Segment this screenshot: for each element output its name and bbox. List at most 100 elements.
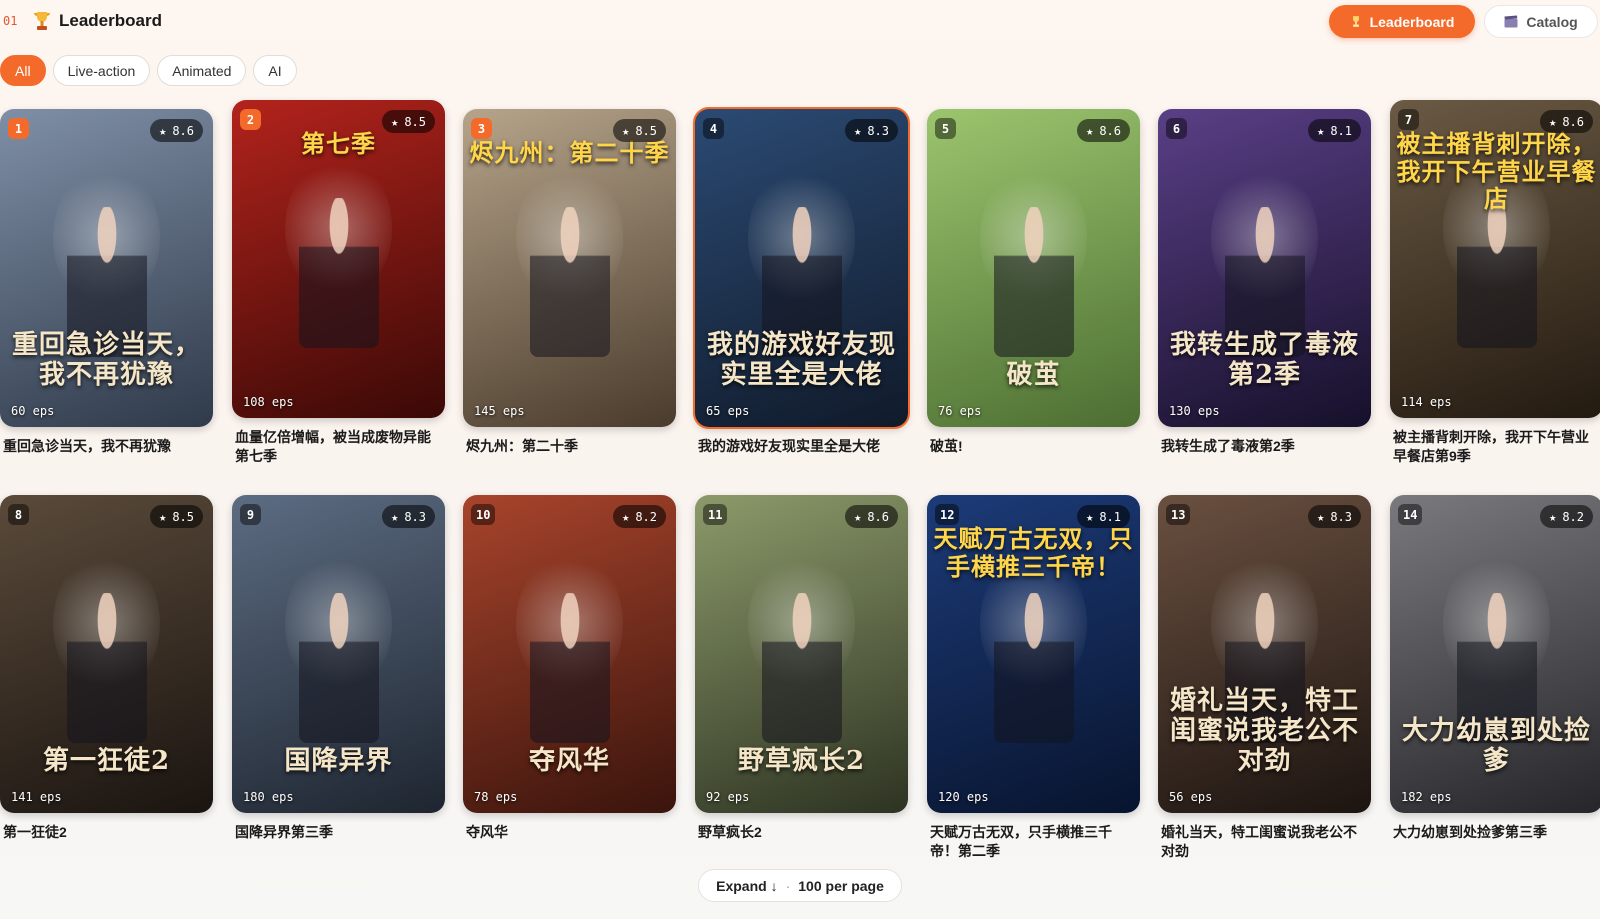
episode-count: 145 eps	[474, 404, 525, 418]
rating-badge: ★ 8.6	[150, 119, 203, 142]
poster-title-art: 我转生成了毒液第2季	[1169, 330, 1359, 391]
filter-ai[interactable]: AI	[253, 55, 297, 86]
rating-value: 8.6	[172, 123, 194, 138]
drama-card[interactable]: 被主播背刺开除，我开下午营业早餐店 7 ★ 8.6 114 eps 被主播背刺开除，我开下…	[1390, 100, 1600, 466]
drama-title[interactable]: 被主播背刺开除，我开下午营业早餐店第9季	[1390, 428, 1600, 466]
drama-card[interactable]: 夺风华 10 ★ 8.2 78 eps 夺风华	[463, 495, 676, 842]
drama-card[interactable]: 国降异界 9 ★ 8.3 180 eps 国降异界第三季	[232, 495, 445, 842]
poster-image[interactable]: 婚礼当天，特工闺蜜说我老公不对劲 13 ★ 8.3 56 eps	[1158, 495, 1371, 813]
poster-figure	[1456, 198, 1537, 348]
poster-image[interactable]: 第一狂徒2 8 ★ 8.5 141 eps	[0, 495, 213, 813]
rank-badge: 4	[703, 118, 724, 139]
drama-title[interactable]: 重回急诊当天，我不再犹豫	[0, 437, 213, 456]
poster-figure	[66, 593, 147, 743]
poster-title-art: 被主播背刺开除，我开下午营业早餐店	[1396, 129, 1597, 214]
rank-badge: 11	[703, 504, 728, 525]
poster-title-art: 重回急诊当天，我不再犹豫	[11, 330, 201, 391]
poster-figure	[529, 593, 610, 743]
episode-count: 56 eps	[1169, 790, 1213, 804]
rating-badge: ★ 8.1	[1308, 119, 1361, 142]
star-icon: ★	[1549, 114, 1557, 129]
filter-animated[interactable]: Animated	[157, 55, 247, 86]
rating-badge: ★ 8.2	[1540, 505, 1593, 528]
episode-count: 108 eps	[243, 395, 294, 409]
drama-card[interactable]: 第七季 2 ★ 8.5 108 eps 血量亿倍增幅，被当成废物异能第七季	[232, 100, 445, 466]
trophy-icon	[34, 12, 50, 30]
star-icon: ★	[391, 114, 399, 129]
episode-count: 182 eps	[1401, 790, 1452, 804]
star-icon: ★	[1086, 123, 1094, 138]
poster-image[interactable]: 野草疯长2 11 ★ 8.6 92 eps	[695, 495, 908, 813]
poster-figure	[761, 593, 842, 743]
drama-card[interactable]: 第一狂徒2 8 ★ 8.5 141 eps 第一狂徒2	[0, 495, 213, 842]
drama-title[interactable]: 第一狂徒2	[0, 823, 213, 842]
star-icon: ★	[1086, 509, 1094, 524]
poster-image[interactable]: 国降异界 9 ★ 8.3 180 eps	[232, 495, 445, 813]
rank-code: 01	[3, 14, 18, 28]
drama-title[interactable]: 大力幼崽到处捡爹第三季	[1390, 823, 1600, 842]
filter-live-action[interactable]: Live-action	[52, 55, 151, 86]
drama-title[interactable]: 夺风华	[463, 823, 676, 842]
rating-badge: ★ 8.6	[1077, 119, 1130, 142]
drama-title[interactable]: 我的游戏好友现实里全是大佬	[695, 437, 908, 456]
poster-title-art: 我的游戏好友现实里全是大佬	[706, 330, 896, 391]
drama-card[interactable]: 我的游戏好友现实里全是大佬 4 ★ 8.3 65 eps 我的游戏好友现实里全是大佬	[693, 107, 910, 456]
episode-count: 180 eps	[243, 790, 294, 804]
episode-count: 114 eps	[1401, 395, 1452, 409]
poster-figure	[993, 207, 1074, 357]
drama-card[interactable]: 天赋万古无双，只手横推三千帝！ 12 ★ 8.1 120 eps 天赋万古无双，只手横推三…	[927, 495, 1140, 861]
rating-badge: ★ 8.5	[150, 505, 203, 528]
episode-count: 60 eps	[11, 404, 55, 418]
drama-card[interactable]: 野草疯长2 11 ★ 8.6 92 eps 野草疯长2	[695, 495, 908, 842]
top-bar: 01 Leaderboard Leaderboard Catalog	[0, 0, 1600, 44]
drama-title[interactable]: 国降异界第三季	[232, 823, 445, 842]
drama-card[interactable]: 破茧 5 ★ 8.6 76 eps 破茧!	[927, 109, 1140, 456]
drama-title[interactable]: 我转生成了毒液第2季	[1158, 437, 1371, 456]
catalog-nav-button[interactable]: Catalog	[1484, 5, 1598, 38]
poster-image[interactable]: 重回急诊当天，我不再犹豫 1 ★ 8.6 60 eps	[0, 109, 213, 427]
drama-card[interactable]: 烬九州：第二十季 3 ★ 8.5 145 eps 烬九州：第二十季	[463, 109, 676, 456]
rating-badge: ★ 8.5	[613, 119, 666, 142]
poster-image[interactable]: 我转生成了毒液第2季 6 ★ 8.1 130 eps	[1158, 109, 1371, 427]
expand-button[interactable]: Expand ↓ · 100 per page	[698, 869, 902, 902]
expand-label: Expand ↓	[716, 877, 778, 894]
rating-value: 8.3	[404, 509, 426, 524]
poster-image[interactable]: 夺风华 10 ★ 8.2 78 eps	[463, 495, 676, 813]
rating-value: 8.5	[635, 123, 657, 138]
poster-image[interactable]: 烬九州：第二十季 3 ★ 8.5 145 eps	[463, 109, 676, 427]
episode-count: 130 eps	[1169, 404, 1220, 418]
rating-badge: ★ 8.3	[845, 119, 898, 142]
star-icon: ★	[1317, 123, 1325, 138]
episode-count: 78 eps	[474, 790, 518, 804]
drama-card[interactable]: 大力幼崽到处捡爹 14 ★ 8.2 182 eps 大力幼崽到处捡爹第三季	[1390, 495, 1600, 842]
drama-title[interactable]: 破茧!	[927, 437, 1140, 456]
clapper-icon	[1504, 15, 1518, 28]
rank-badge: 3	[471, 118, 492, 139]
per-page-label: 100 per page	[798, 877, 884, 894]
poster-image[interactable]: 第七季 2 ★ 8.5 108 eps	[232, 100, 445, 418]
poster-image[interactable]: 被主播背刺开除，我开下午营业早餐店 7 ★ 8.6 114 eps	[1390, 100, 1600, 418]
rating-badge: ★ 8.3	[1308, 505, 1361, 528]
drama-title[interactable]: 野草疯长2	[695, 823, 908, 842]
filter-all[interactable]: All	[0, 55, 46, 86]
leaderboard-nav-label: Leaderboard	[1369, 13, 1455, 30]
drama-card[interactable]: 重回急诊当天，我不再犹豫 1 ★ 8.6 60 eps 重回急诊当天，我不再犹豫	[0, 109, 213, 456]
separator-dot: ·	[785, 877, 791, 894]
rating-badge: ★ 8.6	[1540, 110, 1593, 133]
episode-count: 65 eps	[706, 404, 750, 418]
star-icon: ★	[1549, 509, 1557, 524]
leaderboard-nav-button[interactable]: Leaderboard	[1329, 5, 1475, 38]
rating-value: 8.6	[1562, 114, 1584, 129]
poster-image[interactable]: 大力幼崽到处捡爹 14 ★ 8.2 182 eps	[1390, 495, 1600, 813]
drama-card[interactable]: 我转生成了毒液第2季 6 ★ 8.1 130 eps 我转生成了毒液第2季	[1158, 109, 1371, 456]
star-icon: ★	[622, 509, 630, 524]
rank-badge: 2	[240, 109, 261, 130]
poster-image[interactable]: 破茧 5 ★ 8.6 76 eps	[927, 109, 1140, 427]
drama-title[interactable]: 血量亿倍增幅，被当成废物异能第七季	[232, 428, 445, 466]
drama-title[interactable]: 烬九州：第二十季	[463, 437, 676, 456]
poster-image[interactable]: 我的游戏好友现实里全是大佬 4 ★ 8.3 65 eps	[693, 107, 910, 429]
drama-title[interactable]: 天赋万古无双，只手横推三千帝！第二季	[927, 823, 1140, 861]
poster-image[interactable]: 天赋万古无双，只手横推三千帝！ 12 ★ 8.1 120 eps	[927, 495, 1140, 813]
drama-card[interactable]: 婚礼当天，特工闺蜜说我老公不对劲 13 ★ 8.3 56 eps 婚礼当天，特工闺蜜说我老…	[1158, 495, 1371, 861]
drama-title[interactable]: 婚礼当天，特工闺蜜说我老公不对劲	[1158, 823, 1371, 861]
